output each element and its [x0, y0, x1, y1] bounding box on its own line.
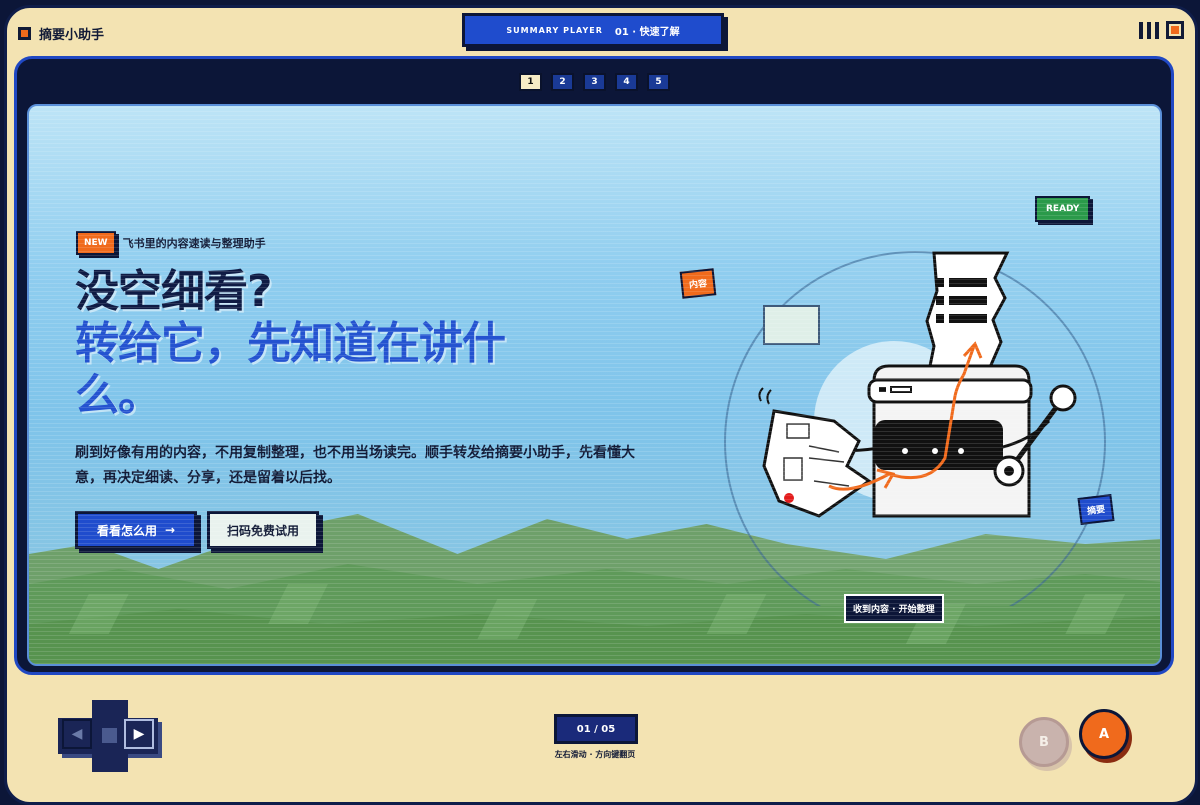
- shredder-machine-illustration: [724, 251, 1106, 606]
- signal-bar-icon: [1139, 21, 1143, 39]
- headline-line-1: 没空细看?: [75, 266, 273, 317]
- hero-description: 刷到好像有用的内容，不用复制整理，也不用当场读完。顺手转发给摘要小助手，先看懂大…: [75, 445, 635, 486]
- a-button[interactable]: A: [1079, 709, 1129, 759]
- brand-name: 摘要小助手: [39, 28, 105, 43]
- dpad-left-button[interactable]: ◀: [62, 719, 92, 749]
- tagline-text: 飞书里的内容速读与整理助手: [122, 237, 266, 250]
- episode-label: 01 · 快速了解: [614, 26, 680, 38]
- power-indicator-icon[interactable]: [1166, 21, 1184, 39]
- signal-bar-icon: [1155, 21, 1159, 39]
- page-tab-1[interactable]: 1: [519, 73, 542, 91]
- headline-line-2: 转给它，先知道在讲什么。: [75, 318, 506, 421]
- player-title: SUMMARY PLAYER 01 · 快速了解: [462, 13, 724, 47]
- signal-bar-icon: [1147, 21, 1151, 39]
- b-button[interactable]: B: [1019, 717, 1069, 767]
- player-label: SUMMARY PLAYER: [506, 25, 603, 35]
- screen-bezel: 1 2 3 4 5 NEW 飞书里的内容速读与整理助手 没空细看? 转给它，先知…: [14, 56, 1174, 675]
- dpad-right-button[interactable]: ▶: [124, 719, 154, 749]
- page-tab-3[interactable]: 3: [583, 73, 606, 91]
- ready-badge: READY: [1035, 196, 1091, 222]
- slide-counter: 01 / 05: [554, 714, 638, 744]
- dpad-center: [102, 728, 117, 743]
- navigation-hint: 左右滑动 · 方向键翻页: [554, 750, 636, 759]
- tagline-row: NEW 飞书里的内容速读与整理助手: [76, 231, 266, 255]
- dpad: ◀ ▶: [58, 700, 162, 780]
- brand: 摘要小助手: [18, 24, 104, 43]
- content-tag: 内容: [679, 268, 717, 299]
- headline: 没空细看? 转给它，先知道在讲什么。: [75, 266, 545, 422]
- summary-tag: 摘要: [1077, 494, 1115, 525]
- how-to-use-label: 看看怎么用: [96, 523, 157, 538]
- page-tab-2[interactable]: 2: [551, 73, 574, 91]
- new-badge: NEW: [76, 231, 116, 255]
- page-tab-5[interactable]: 5: [647, 73, 670, 91]
- arrow-right-icon: →: [164, 523, 176, 537]
- status-caption: 收到内容 · 开始整理: [844, 594, 944, 623]
- page-tabs: 1 2 3 4 5: [519, 73, 670, 91]
- scan-trial-button[interactable]: 扫码免费试用: [207, 511, 319, 549]
- top-right-controls: [1139, 21, 1184, 39]
- how-to-use-button[interactable]: 看看怎么用 →: [75, 511, 197, 549]
- page-tab-4[interactable]: 4: [615, 73, 638, 91]
- slide-screen: NEW 飞书里的内容速读与整理助手 没空细看? 转给它，先知道在讲什么。 刷到好…: [27, 104, 1162, 666]
- brand-logo-icon: [18, 27, 31, 40]
